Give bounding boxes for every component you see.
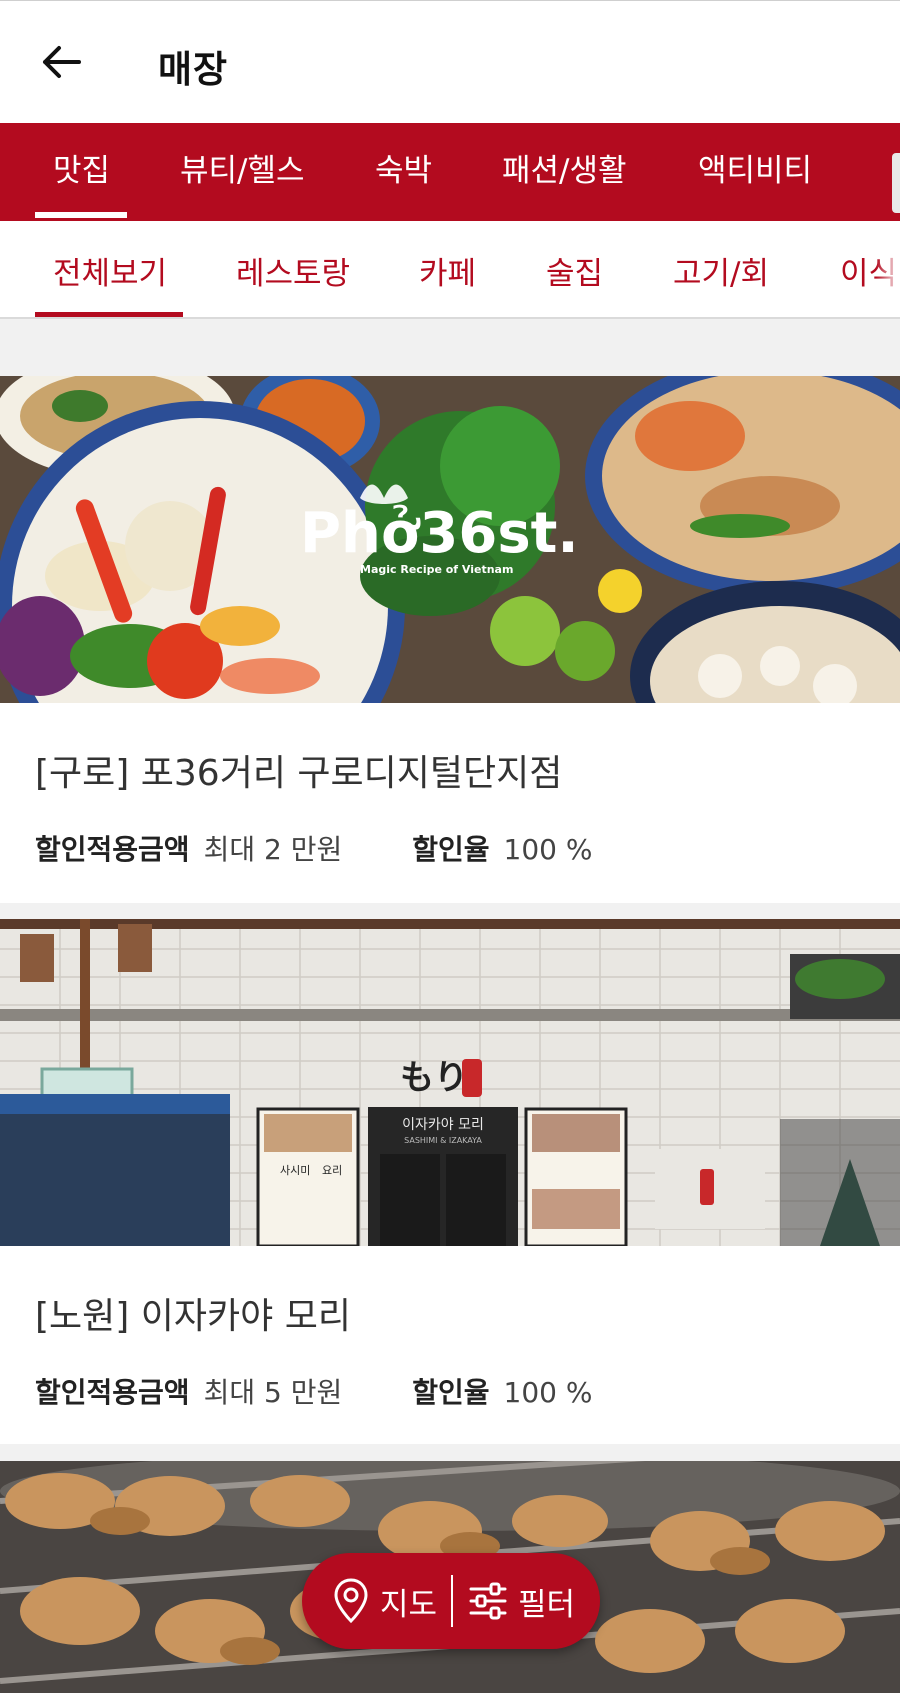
- map-filter-bar: 지도 필터: [302, 1553, 600, 1649]
- category-tabs: 맛집 뷰티/헬스 숙박 패션/생활 액티비티: [0, 123, 900, 221]
- discount-amount-value: 최대 5 만원: [203, 1376, 343, 1409]
- tab-beauty-health[interactable]: 뷰티/헬스: [180, 145, 305, 190]
- store-card[interactable]: Phở36st. Magic Recipe of Vietnam [구로] 포3…: [0, 376, 900, 903]
- discount-rate-value: 100 %: [503, 1376, 593, 1409]
- discount-rate-label: 할인율: [412, 833, 490, 866]
- store-image-izakaya: 이자카야 모리 SASHIMI & IZAKAYA 사시미 요리 もり: [0, 919, 900, 1246]
- divider: [451, 1575, 453, 1627]
- store-discount-info: 할인적용금액 최대 5 만원 할인율 100 %: [35, 1371, 592, 1411]
- door-sign-text: 이자카야 모리: [402, 1117, 484, 1133]
- store-sign-text: もり: [400, 1058, 468, 1098]
- discount-rate-label: 할인율: [412, 1376, 490, 1409]
- back-button[interactable]: [30, 31, 92, 93]
- menu-heading-1: 사시미: [280, 1164, 310, 1177]
- subtab-meat-sashimi[interactable]: 고기/회: [673, 248, 769, 293]
- subtab-bar[interactable]: 술집: [546, 248, 603, 293]
- tab-fashion-living[interactable]: 패션/생활: [502, 145, 627, 190]
- map-pin-icon: [334, 1578, 368, 1624]
- sliders-icon: [469, 1582, 507, 1620]
- store-discount-info: 할인적용금액 최대 2 만원 할인율 100 %: [35, 828, 592, 868]
- page-title: 매장: [158, 48, 229, 91]
- subcategory-tabs: 전체보기 레스토랑 카페 술집 고기/회 이식: [0, 221, 900, 319]
- scroll-fade: [876, 221, 900, 317]
- discount-amount-value: 최대 2 만원: [203, 833, 343, 866]
- subtab-all[interactable]: 전체보기: [53, 248, 167, 293]
- menu-heading-2: 요리: [322, 1164, 342, 1177]
- discount-rate-value: 100 %: [503, 833, 593, 866]
- store-card[interactable]: 이자카야 모리 SASHIMI & IZAKAYA 사시미 요리 もり [노원]…: [0, 919, 900, 1444]
- app-header: 매장: [0, 0, 900, 123]
- store-title: [구로] 포36거리 구로디지털단지점: [35, 753, 563, 794]
- active-subtab-indicator: [35, 312, 183, 317]
- active-tab-indicator: [35, 212, 127, 218]
- map-label: 지도: [380, 1586, 438, 1623]
- pho-tagline: Magic Recipe of Vietnam: [360, 563, 513, 576]
- tab-lodging[interactable]: 숙박: [375, 145, 432, 190]
- filter-button[interactable]: 필터: [468, 1553, 575, 1649]
- subtab-cafe[interactable]: 카페: [419, 248, 476, 293]
- tab-restaurants[interactable]: 맛집: [53, 145, 110, 190]
- discount-amount-label: 할인적용금액: [35, 1376, 190, 1409]
- filter-label: 필터: [518, 1586, 576, 1623]
- pho-logo-text: Phở36st.: [300, 501, 579, 566]
- store-title: [노원] 이자카야 모리: [35, 1296, 351, 1337]
- app-screen: 매장 맛집 뷰티/헬스 숙박 패션/생활 액티비티 전체보기 레스토랑 카페 술…: [0, 0, 900, 1693]
- subtab-restaurant[interactable]: 레스토랑: [236, 248, 350, 293]
- discount-amount-label: 할인적용금액: [35, 833, 190, 866]
- scroll-hint: [892, 153, 900, 213]
- tab-activity[interactable]: 액티비티: [698, 145, 812, 190]
- arrow-left-icon: [43, 46, 81, 78]
- door-sign-subtext: SASHIMI & IZAKAYA: [404, 1136, 482, 1145]
- map-button[interactable]: 지도: [332, 1553, 437, 1649]
- store-image-pho: Phở36st. Magic Recipe of Vietnam: [0, 376, 900, 703]
